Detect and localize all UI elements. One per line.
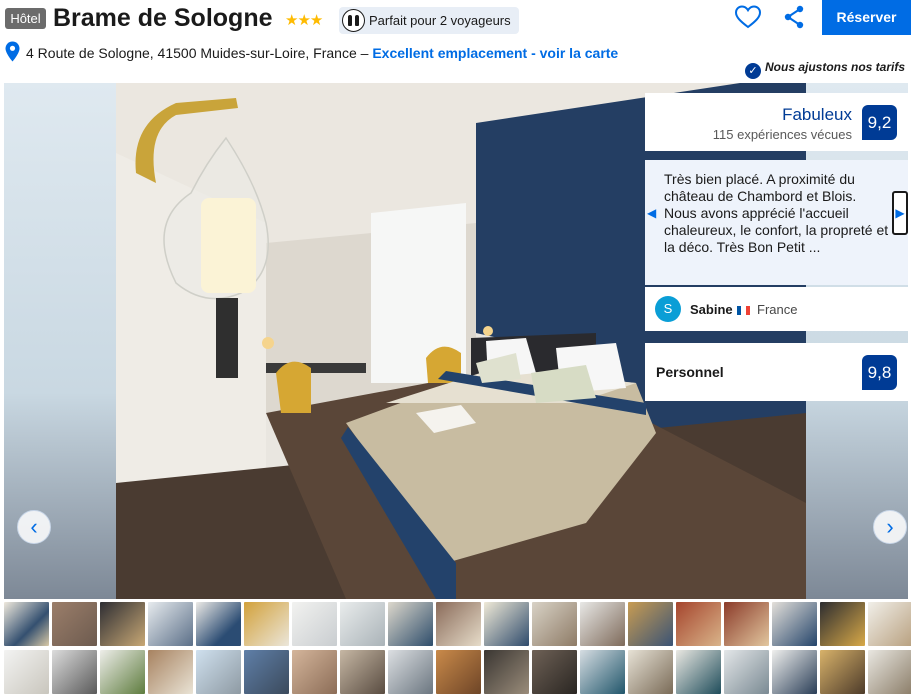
review-count: 115 expériences vécues [712, 127, 852, 142]
thumbnail-photo[interactable] [772, 650, 817, 694]
france-flag-icon [737, 306, 750, 315]
thumbnail-photo[interactable] [52, 602, 97, 646]
gallery-prev-button[interactable]: ‹ [17, 510, 51, 544]
thumbnail-photo[interactable] [628, 602, 673, 646]
thumbnail-photo[interactable] [52, 650, 97, 694]
thumbnail-photo[interactable] [148, 602, 193, 646]
staff-label: Personnel [656, 364, 724, 380]
hotel-name: Brame de Sologne [53, 4, 273, 32]
rating-label: Fabuleux [782, 105, 852, 124]
thumbnail-photo[interactable] [484, 650, 529, 694]
overall-rating-card[interactable]: Fabuleux 115 expériences vécues 9,2 [645, 93, 908, 151]
thumbnail-photo[interactable] [532, 650, 577, 694]
thumbnail-photo[interactable] [148, 650, 193, 694]
thumbnail-photo[interactable] [820, 602, 865, 646]
price-match-note[interactable]: ✓ Nous ajustons nos tarifs [745, 60, 905, 79]
rating-score-badge: 9,2 [862, 105, 897, 140]
property-header: Hôtel Brame de Sologne ★★★ Parfait pour … [0, 0, 911, 82]
thumbnail-photo[interactable] [100, 602, 145, 646]
thumbnail-photo[interactable] [868, 650, 911, 694]
star-rating: ★★★ [285, 12, 323, 29]
price-note-label: Nous ajustons nos tarifs [765, 60, 906, 74]
thumbnail-photo[interactable] [484, 602, 529, 646]
thumbnail-photo[interactable] [532, 602, 577, 646]
travelers-label: Parfait pour 2 voyageurs [369, 13, 511, 28]
reviewer-country: France [757, 302, 798, 317]
thumbnail-photo[interactable] [628, 650, 673, 694]
thumbnail-photo[interactable] [724, 602, 769, 646]
two-people-icon [342, 9, 365, 32]
thumbnail-photo[interactable] [388, 650, 433, 694]
gallery-next-button[interactable]: › [873, 510, 907, 544]
thumbnail-photo[interactable] [580, 602, 625, 646]
avatar: S [655, 296, 681, 322]
staff-rating-card[interactable]: Personnel 9,8 [645, 343, 908, 401]
location-map-link[interactable]: Excellent emplacement - voir la carte [372, 45, 618, 61]
thumbnail-photo[interactable] [244, 602, 289, 646]
thumbnail-photo[interactable] [580, 650, 625, 694]
thumbnail-strip [4, 602, 911, 694]
property-type-badge: Hôtel [5, 8, 46, 29]
thumbnail-photo[interactable] [196, 602, 241, 646]
thumbnail-photo[interactable] [676, 650, 721, 694]
thumbnail-photo[interactable] [820, 650, 865, 694]
thumbnail-photo[interactable] [340, 602, 385, 646]
thumbnail-photo[interactable] [724, 650, 769, 694]
reserve-button[interactable]: Réserver [822, 0, 911, 35]
review-card[interactable]: ◀ Très bien placé. A proximité du châtea… [645, 160, 908, 285]
thumbnail-photo[interactable] [676, 602, 721, 646]
reviewer-name: Sabine [690, 302, 733, 317]
thumbnail-photo[interactable] [868, 602, 911, 646]
thumbnail-photo[interactable] [388, 602, 433, 646]
map-pin-icon [5, 41, 20, 62]
heart-icon[interactable] [734, 4, 762, 30]
thumbnail-photo[interactable] [340, 650, 385, 694]
thumbnail-photo[interactable] [436, 650, 481, 694]
thumbnail-photo[interactable] [772, 602, 817, 646]
thumbnail-photo[interactable] [292, 650, 337, 694]
address-text: 4 Route de Sologne, 41500 Muides-sur-Loi… [26, 45, 369, 61]
thumbnail-photo[interactable] [196, 650, 241, 694]
reviewer-info: S Sabine France [645, 287, 908, 331]
thumbnail-photo[interactable] [436, 602, 481, 646]
staff-score-badge: 9,8 [862, 355, 897, 390]
review-prev-arrow[interactable]: ◀ [647, 206, 656, 220]
thumbnail-photo[interactable] [100, 650, 145, 694]
review-next-arrow[interactable]: ▶ [892, 191, 908, 235]
thumbnail-photo[interactable] [292, 602, 337, 646]
address-line: 4 Route de Sologne, 41500 Muides-sur-Loi… [26, 45, 618, 61]
thumbnail-photo[interactable] [4, 602, 49, 646]
thumbnail-photo[interactable] [4, 650, 49, 694]
travelers-badge[interactable]: Parfait pour 2 voyageurs [339, 7, 519, 34]
verified-check-icon: ✓ [745, 63, 761, 79]
review-text: Très bien placé. A proximité du château … [664, 171, 889, 255]
share-icon[interactable] [781, 4, 807, 30]
thumbnail-photo[interactable] [244, 650, 289, 694]
